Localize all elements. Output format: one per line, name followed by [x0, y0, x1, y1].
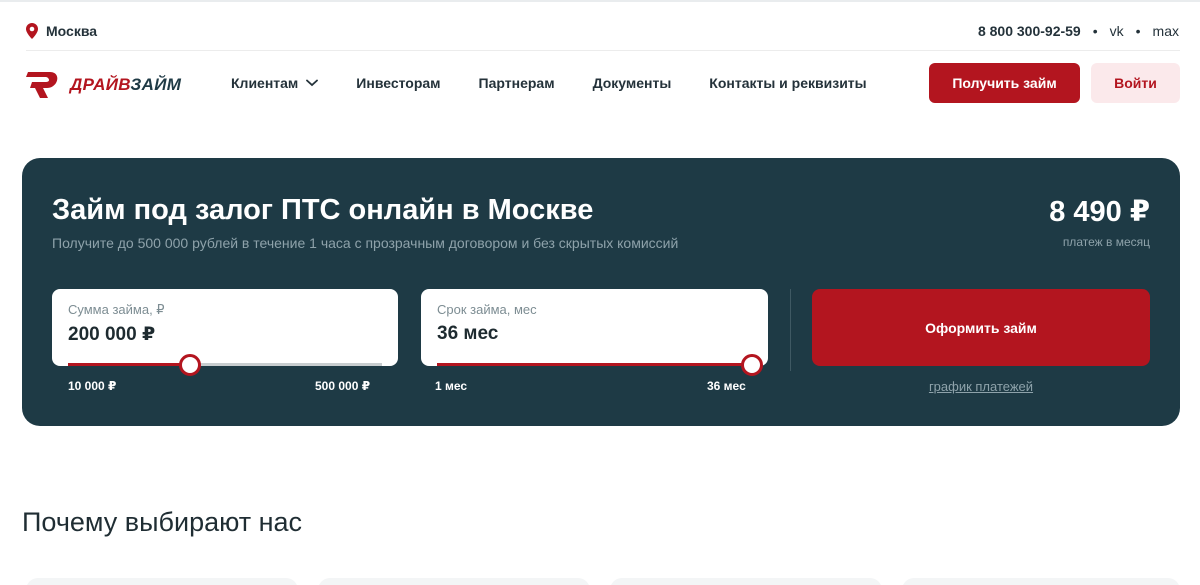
- calculator-divider: [790, 289, 791, 371]
- loan-term-fill: [437, 363, 752, 366]
- page-subtitle: Получите до 500 000 рублей в течение 1 ч…: [52, 235, 679, 251]
- nav-item-label: Клиентам: [231, 75, 299, 91]
- nav-item-label: Документы: [592, 75, 672, 91]
- monthly-payment: 8 490 ₽: [1049, 196, 1150, 228]
- nav-item-partners[interactable]: Партнерам: [479, 75, 555, 91]
- login-button[interactable]: Войти: [1091, 63, 1180, 103]
- loan-term-max: 36 мес: [707, 379, 746, 393]
- location-pin-icon: [26, 23, 38, 39]
- logo-text-part1: ДРАЙВ: [70, 75, 131, 94]
- vk-link[interactable]: vk: [1110, 23, 1124, 39]
- max-link[interactable]: max: [1153, 23, 1179, 39]
- page-title: Займ под залог ПТС онлайн в Москве: [52, 194, 594, 226]
- loan-amount-fill: [68, 363, 190, 366]
- top-border: [0, 0, 1200, 2]
- payment-schedule-link[interactable]: график платежей: [812, 379, 1150, 394]
- loan-term-label: Срок займа, мес: [437, 302, 537, 317]
- city-selector[interactable]: Москва: [26, 23, 97, 39]
- feature-card: [902, 578, 1180, 585]
- loan-amount-max: 500 000 ₽: [315, 379, 371, 393]
- nav-item-label: Инвесторам: [356, 75, 441, 91]
- logo[interactable]: ДРАЙВЗАЙМ: [24, 70, 181, 100]
- feature-card: [610, 578, 882, 585]
- apply-loan-button[interactable]: Оформить займ: [812, 289, 1150, 366]
- loan-term-slider-handle[interactable]: [741, 354, 763, 376]
- top-contacts: 8 800 300-92-59 • vk • max: [978, 23, 1179, 39]
- loan-calculator: Займ под залог ПТС онлайн в Москве Получ…: [22, 158, 1180, 426]
- nav-item-label: Контакты и реквизиты: [709, 75, 867, 91]
- city-label: Москва: [46, 23, 98, 39]
- loan-amount-value[interactable]: 200 000 ₽: [68, 323, 155, 346]
- loan-term-min: 1 мес: [435, 379, 468, 393]
- nav-item-investors[interactable]: Инвесторам: [356, 75, 440, 91]
- separator-dot: •: [1135, 23, 1141, 39]
- nav-item-clients[interactable]: Клиентам: [231, 75, 319, 91]
- loan-amount-field[interactable]: Сумма займа, ₽ 200 000 ₽: [52, 289, 398, 376]
- loan-term-field[interactable]: Срок займа, мес 36 мес: [421, 289, 768, 376]
- logo-mark-icon: [26, 72, 58, 98]
- nav-item-label: Партнерам: [478, 75, 555, 91]
- nav-item-contacts[interactable]: Контакты и реквизиты: [709, 75, 866, 91]
- feature-card: [318, 578, 590, 585]
- phone-link[interactable]: 8 800 300-92-59: [978, 23, 1081, 39]
- monthly-payment-label: платеж в месяц: [1062, 235, 1150, 249]
- get-loan-button[interactable]: Получить займ: [929, 63, 1080, 103]
- main-nav: Клиентам Инвесторам Партнерам Документы …: [231, 75, 867, 91]
- chevron-down-icon: [306, 79, 319, 87]
- nav-item-documents[interactable]: Документы: [593, 75, 672, 91]
- loan-amount-min: 10 000 ₽: [68, 379, 117, 393]
- separator-dot: •: [1092, 23, 1098, 39]
- header-divider: [26, 50, 1180, 51]
- logo-text-part2: ЗАЙМ: [130, 75, 182, 94]
- logo-text: ДРАЙВЗАЙМ: [70, 75, 181, 95]
- feature-card: [26, 578, 298, 585]
- loan-amount-slider-handle[interactable]: [179, 354, 201, 376]
- loan-amount-label: Сумма займа, ₽: [68, 302, 165, 317]
- section-title-why-us: Почему выбирают нас: [22, 507, 303, 537]
- loan-term-value[interactable]: 36 мес: [437, 323, 498, 345]
